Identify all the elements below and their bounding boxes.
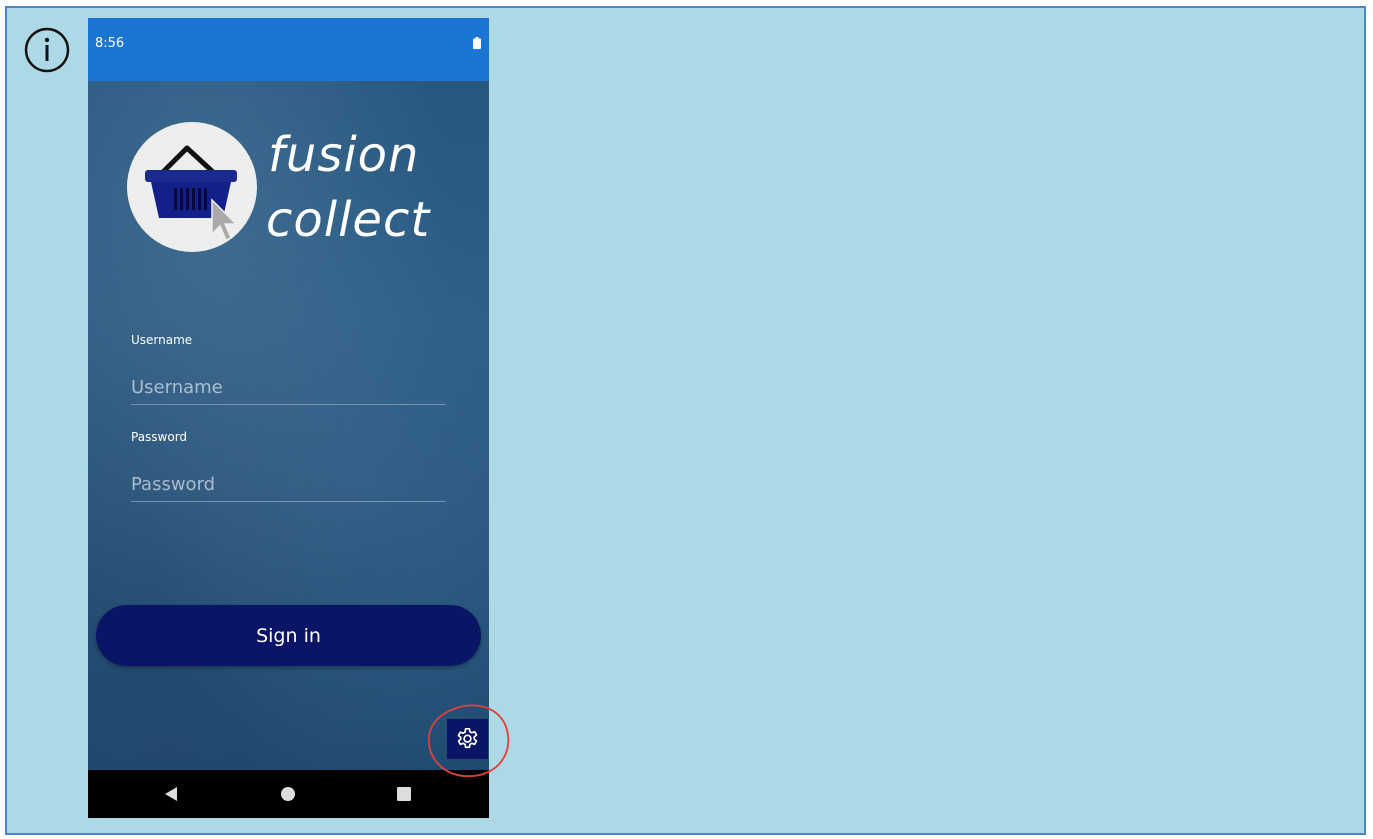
password-label: Password [131,430,188,444]
phone-screen: 8:56 fusion collect Username Password Si… [88,18,489,818]
triangle-back-icon[interactable] [162,784,182,804]
square-recent-icon[interactable] [394,784,414,804]
shopping-basket-cursor-icon [145,145,238,241]
info-icon[interactable] [23,26,71,74]
password-input[interactable] [131,467,446,502]
status-bar: 8:56 [88,18,489,81]
settings-button[interactable] [447,719,488,759]
username-label: Username [131,333,193,347]
sign-in-button[interactable]: Sign in [96,605,481,666]
username-input[interactable] [131,370,446,405]
brand-name-line2: collect [266,192,431,248]
battery-icon [473,37,481,49]
status-time: 8:56 [95,36,125,51]
gear-icon [457,727,478,749]
navigation-bar [88,770,489,818]
brand-name-line1: fusion [268,127,420,183]
circle-home-icon[interactable] [278,784,298,804]
app-logo [127,122,257,252]
